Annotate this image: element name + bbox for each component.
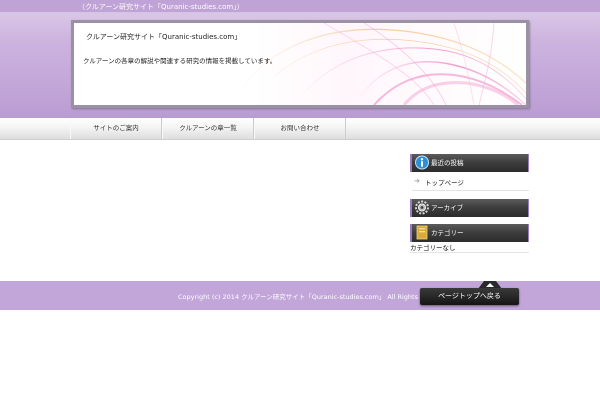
widget-head-recent: 最近の投稿 xyxy=(410,154,529,172)
page-top-button[interactable]: ページトップへ戻る xyxy=(420,288,519,305)
category-link[interactable]: カテゴリーなし xyxy=(410,242,456,252)
header-banner: クルアーン研究サイト「Quranic-studies.com」 クルアーンの各章… xyxy=(71,20,529,108)
nav-item-contact[interactable]: お問い合わせ xyxy=(254,118,346,139)
site-description: クルアーンの各章の解説や関連する研究の情報を掲載しています。 xyxy=(83,57,277,65)
folder-icon xyxy=(416,225,428,240)
widget-head-archive: アーカイブ xyxy=(410,199,529,217)
arrow-right-icon: ➔ xyxy=(414,177,420,185)
nav-item-chapters[interactable]: クルアーンの章一覧 xyxy=(162,118,254,139)
site-tagline[interactable]: （クルアーン研究サイト「Quranic-studies.com」） xyxy=(78,2,244,12)
widget-title-archive: アーカイブ xyxy=(431,204,464,212)
widget-head-categories: カテゴリー xyxy=(410,224,529,242)
nav-item-guide[interactable]: サイトのご案内 xyxy=(70,118,162,139)
site-title[interactable]: クルアーン研究サイト「Quranic-studies.com」 xyxy=(86,32,241,42)
list-item[interactable]: ➔ トップページ xyxy=(412,175,529,191)
global-nav: サイトのご案内 クルアーンの章一覧 お問い合わせ xyxy=(0,118,600,140)
widget-title-recent: 最近の投稿 xyxy=(431,159,464,167)
copyright-text: Copyright (c) 2014 クルアーン研究サイト「Quranic-st… xyxy=(178,293,453,301)
info-icon xyxy=(415,155,429,170)
gear-icon xyxy=(415,200,429,215)
divider xyxy=(410,252,529,253)
recent-post-link[interactable]: トップページ xyxy=(425,177,464,187)
widget-title-categories: カテゴリー xyxy=(431,229,464,237)
